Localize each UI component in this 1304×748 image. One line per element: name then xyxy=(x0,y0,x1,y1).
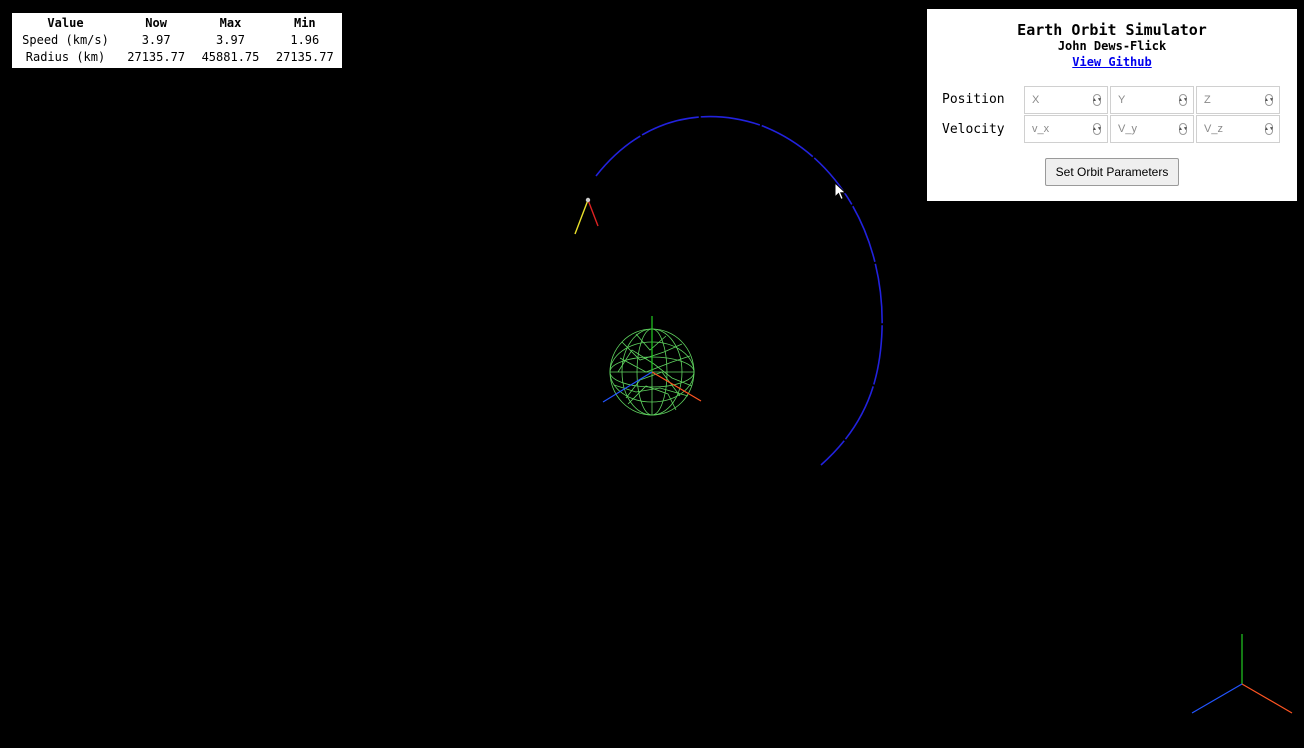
position-y-input[interactable]: ▲▼ xyxy=(1110,86,1194,114)
stats-cell-min: 1.96 xyxy=(290,32,320,47)
stats-cell-max: 45881.75 xyxy=(201,49,260,64)
stats-cell-now: 27135.77 xyxy=(127,49,186,64)
position-z-field[interactable] xyxy=(1204,94,1264,106)
spinner-icon[interactable]: ▲▼ xyxy=(1092,123,1102,135)
mouse-cursor-icon xyxy=(834,182,847,201)
stats-cell-label: Radius (km) xyxy=(25,49,106,64)
stats-header-min: Min xyxy=(293,15,316,30)
spinner-icon[interactable]: ▲▼ xyxy=(1178,94,1188,106)
github-link-container: View Github xyxy=(927,55,1297,69)
stats-cell-now: 3.97 xyxy=(141,32,171,47)
panel-author: John Dews-Flick xyxy=(1057,39,1167,53)
stats-cell-min: 27135.77 xyxy=(275,49,334,64)
stats-header-now: Now xyxy=(145,15,167,30)
velocity-z-input[interactable]: ▲▼ xyxy=(1196,115,1280,143)
stats-header-row: Value Now Max Min xyxy=(12,14,342,31)
spinner-icon[interactable]: ▲▼ xyxy=(1178,123,1188,135)
spinner-icon[interactable]: ▲▼ xyxy=(1264,94,1274,106)
satellite-icon xyxy=(574,197,599,235)
spinner-icon[interactable]: ▲▼ xyxy=(1092,94,1102,106)
stats-table: Value Now Max Min Speed (km/s) 3.97 3.97… xyxy=(12,13,342,68)
velocity-z-field[interactable] xyxy=(1204,123,1264,135)
github-link[interactable]: View Github xyxy=(1072,55,1151,69)
velocity-x-input[interactable]: ▲▼ xyxy=(1024,115,1108,143)
panel-title: Earth Orbit Simulator xyxy=(1017,21,1207,39)
velocity-x-field[interactable] xyxy=(1032,123,1092,135)
velocity-y-field[interactable] xyxy=(1118,123,1178,135)
orbit-control-panel: Earth Orbit Simulator John Dews-Flick Vi… xyxy=(927,9,1297,201)
velocity-label: Velocity xyxy=(942,122,1005,137)
position-x-field[interactable] xyxy=(1032,94,1092,106)
position-y-field[interactable] xyxy=(1118,94,1178,106)
stats-row-speed: Speed (km/s) 3.97 3.97 1.96 xyxy=(12,31,342,48)
position-x-input[interactable]: ▲▼ xyxy=(1024,86,1108,114)
position-label: Position xyxy=(942,92,1005,107)
stats-cell-label: Speed (km/s) xyxy=(22,32,109,47)
axes-gizmo-icon xyxy=(1191,634,1293,714)
stats-header-max: Max xyxy=(219,15,242,30)
stats-row-radius: Radius (km) 27135.77 45881.75 27135.77 xyxy=(12,48,342,65)
velocity-y-input[interactable]: ▲▼ xyxy=(1110,115,1194,143)
stats-cell-max: 3.97 xyxy=(216,32,245,47)
position-z-input[interactable]: ▲▼ xyxy=(1196,86,1280,114)
set-orbit-parameters-button[interactable]: Set Orbit Parameters xyxy=(1045,158,1179,186)
stats-header-value: Value xyxy=(47,15,84,30)
spinner-icon[interactable]: ▲▼ xyxy=(1264,123,1274,135)
